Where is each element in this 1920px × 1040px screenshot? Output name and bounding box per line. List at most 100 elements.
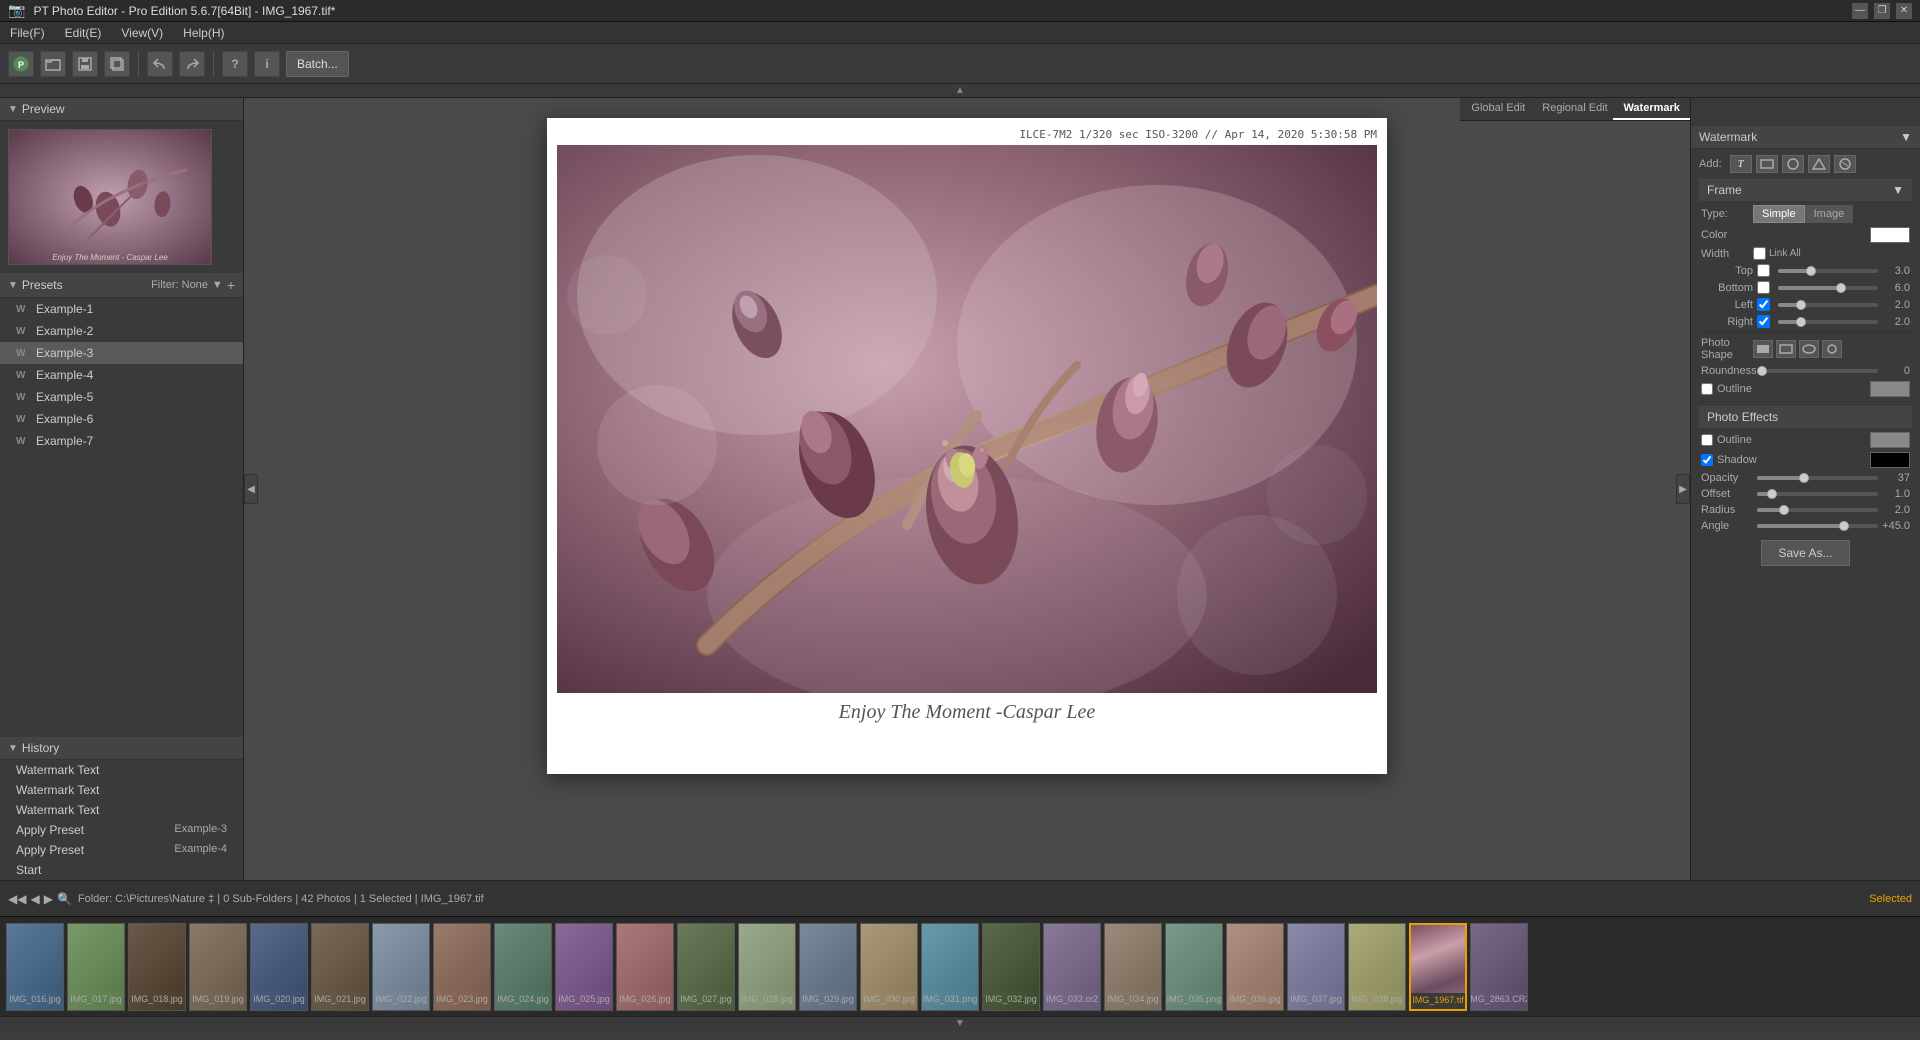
text-watermark-icon[interactable]: T — [1730, 155, 1752, 173]
right-slider-track[interactable] — [1778, 320, 1878, 324]
preset-item-example-2[interactable]: W Example-2 — [0, 320, 243, 342]
film-thumb-img030[interactable]: IMG_030.jpg — [860, 923, 918, 1011]
type-simple-button[interactable]: Simple — [1753, 205, 1805, 223]
shape-rect-icon[interactable] — [1753, 340, 1773, 358]
film-thumb-img027[interactable]: IMG_027.jpg — [677, 923, 735, 1011]
menu-view[interactable]: View(V) — [117, 24, 167, 42]
bottom-checkbox[interactable] — [1757, 281, 1770, 294]
roundness-slider-track[interactable] — [1757, 369, 1878, 373]
history-section-header[interactable]: ▼ History — [0, 737, 243, 760]
film-thumb-img038[interactable]: IMG_038.jpg — [1348, 923, 1406, 1011]
pe-shadow-checkbox[interactable] — [1701, 454, 1713, 466]
film-thumb-img032[interactable]: IMG_032.jpg — [982, 923, 1040, 1011]
close-button[interactable]: ✕ — [1896, 3, 1912, 19]
history-item-5[interactable]: Start — [0, 860, 243, 880]
top-slider-track[interactable] — [1778, 269, 1878, 273]
film-thumb-img018[interactable]: IMG_018.jpg — [128, 923, 186, 1011]
batch-button[interactable]: Batch... — [286, 51, 349, 77]
custom-watermark-icon[interactable] — [1834, 155, 1856, 173]
open-file-icon[interactable] — [40, 51, 66, 77]
nav-forward-button[interactable]: ▶ — [44, 892, 53, 906]
help-icon[interactable]: ? — [222, 51, 248, 77]
preview-section-header[interactable]: ▼ Preview — [0, 98, 243, 121]
nav-back-button[interactable]: ◀ — [30, 892, 39, 906]
preset-item-example-5[interactable]: W Example-5 — [0, 386, 243, 408]
bottom-slider-track[interactable] — [1778, 286, 1878, 290]
pe-outline-color-swatch[interactable] — [1870, 432, 1910, 448]
presets-collapse[interactable]: ▼ Presets — [8, 278, 63, 292]
add-preset-icon[interactable]: + — [227, 277, 235, 293]
film-thumb-img016[interactable]: IMG_016.jpg — [6, 923, 64, 1011]
film-thumb-img022[interactable]: IMG_022.jpg — [372, 923, 430, 1011]
angle-slider-track[interactable] — [1757, 524, 1878, 528]
tab-regional-edit[interactable]: Regional Edit — [1537, 98, 1614, 120]
left-slider-track[interactable] — [1778, 303, 1878, 307]
history-item-1[interactable]: Watermark Text — [0, 780, 243, 800]
bottom-slider-thumb[interactable] — [1836, 283, 1846, 293]
film-thumb-img037[interactable]: IMG_037.jpg — [1287, 923, 1345, 1011]
offset-slider-thumb[interactable] — [1767, 489, 1777, 499]
film-thumb-img017[interactable]: IMG_017.jpg — [67, 923, 125, 1011]
photo-effects-header[interactable]: Photo Effects — [1699, 406, 1912, 428]
film-thumb-img033[interactable]: IMG_033.cr2 — [1043, 923, 1101, 1011]
redo-icon[interactable] — [179, 51, 205, 77]
offset-slider-track[interactable] — [1757, 492, 1878, 496]
pe-outline-checkbox[interactable] — [1701, 434, 1713, 446]
shape-rect-outline-icon[interactable] — [1776, 340, 1796, 358]
outline-color-swatch[interactable] — [1870, 381, 1910, 397]
filter-dropdown-icon[interactable]: ▼ — [212, 279, 223, 291]
film-thumb-img019[interactable]: IMG_019.jpg — [189, 923, 247, 1011]
collapse-left-button[interactable]: ◀ — [244, 474, 258, 504]
preset-item-example-1[interactable]: W Example-1 — [0, 298, 243, 320]
nav-back-back-button[interactable]: ◀◀ — [8, 892, 26, 906]
roundness-slider-thumb[interactable] — [1757, 366, 1767, 376]
radius-slider-thumb[interactable] — [1779, 505, 1789, 515]
history-item-0[interactable]: Watermark Text — [0, 760, 243, 780]
frame-section-header[interactable]: Frame ▼ — [1699, 179, 1912, 201]
film-thumb-img034[interactable]: IMG_034.jpg — [1104, 923, 1162, 1011]
link-all-checkbox[interactable] — [1753, 247, 1766, 260]
collapse-right-button[interactable]: ▶ — [1676, 474, 1690, 504]
angle-slider-thumb[interactable] — [1839, 521, 1849, 531]
history-item-3[interactable]: Apply Preset Example-3 — [0, 820, 243, 840]
right-checkbox[interactable] — [1757, 315, 1770, 328]
film-thumb-img020[interactable]: IMG_020.jpg — [250, 923, 308, 1011]
radius-slider-track[interactable] — [1757, 508, 1878, 512]
circle-watermark-icon[interactable] — [1782, 155, 1804, 173]
undo-icon[interactable] — [147, 51, 173, 77]
triangle-watermark-icon[interactable] — [1808, 155, 1830, 173]
preset-item-example-3[interactable]: W Example-3 — [0, 342, 243, 364]
menu-file[interactable]: File(F) — [6, 24, 49, 42]
minimize-button[interactable]: — — [1852, 3, 1868, 19]
preset-item-example-4[interactable]: W Example-4 — [0, 364, 243, 386]
nav-search-button[interactable]: 🔍 — [57, 892, 72, 906]
history-item-4[interactable]: Apply Preset Example-4 — [0, 840, 243, 860]
film-thumb-img023[interactable]: IMG_023.jpg — [433, 923, 491, 1011]
pe-shadow-color-swatch[interactable] — [1870, 452, 1910, 468]
film-thumb-img021[interactable]: IMG_021.jpg — [311, 923, 369, 1011]
film-thumb-img1967[interactable]: IMG_1967.tif — [1409, 923, 1467, 1011]
opacity-slider-thumb[interactable] — [1799, 473, 1809, 483]
preset-item-example-6[interactable]: W Example-6 — [0, 408, 243, 430]
tab-watermark[interactable]: Watermark — [1613, 98, 1690, 120]
maximize-button[interactable]: ❐ — [1874, 3, 1890, 19]
film-thumb-img026[interactable]: IMG_026.jpg — [616, 923, 674, 1011]
type-image-button[interactable]: Image — [1805, 205, 1854, 223]
outline-checkbox[interactable] — [1701, 383, 1713, 395]
top-checkbox[interactable] — [1757, 264, 1770, 277]
film-thumb-img2863[interactable]: IMG_2863.CR2 — [1470, 923, 1528, 1011]
film-thumb-img031[interactable]: IMG_031.png — [921, 923, 979, 1011]
info-icon[interactable]: i — [254, 51, 280, 77]
history-item-2[interactable]: Watermark Text — [0, 800, 243, 820]
rectangle-watermark-icon[interactable] — [1756, 155, 1778, 173]
color-swatch[interactable] — [1870, 227, 1910, 243]
film-thumb-img028[interactable]: IMG_028.jpg — [738, 923, 796, 1011]
film-thumb-img029[interactable]: IMG_029.jpg — [799, 923, 857, 1011]
left-slider-thumb[interactable] — [1796, 300, 1806, 310]
tab-global-edit[interactable]: Global Edit — [1460, 98, 1537, 120]
menu-edit[interactable]: Edit(E) — [61, 24, 106, 42]
bottom-expand-arrow[interactable]: ▼ — [0, 1016, 1920, 1030]
save-icon[interactable] — [72, 51, 98, 77]
save-as-button[interactable]: Save As... — [1761, 540, 1849, 566]
save-copy-icon[interactable] — [104, 51, 130, 77]
